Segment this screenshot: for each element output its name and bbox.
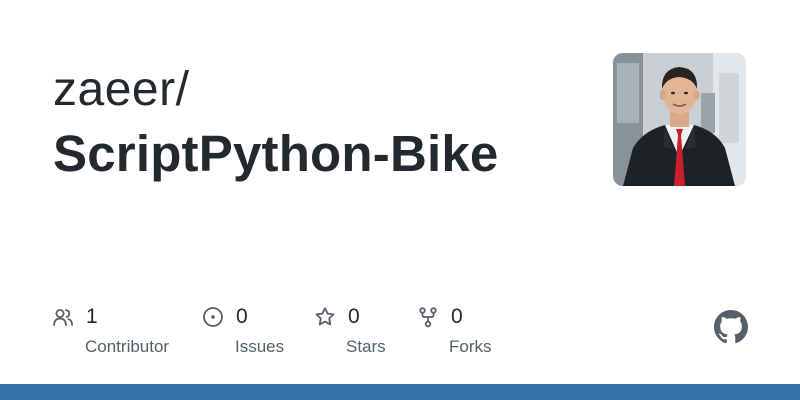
forks-label: Forks [449, 337, 492, 356]
stat-forks[interactable]: 0 Forks [417, 304, 492, 358]
people-icon [52, 306, 74, 328]
contributor-label: Contributor [85, 337, 170, 356]
stat-issues[interactable]: 0 Issues [202, 304, 284, 358]
issues-label: Issues [235, 337, 285, 356]
contributor-count: 1 [86, 305, 98, 328]
issue-circle-icon [202, 306, 224, 328]
fork-icon [417, 306, 439, 328]
stars-label: Stars [346, 337, 386, 356]
issue-count: 0 [236, 305, 248, 328]
repo-owner[interactable]: zaeer/ [53, 62, 189, 118]
stat-stars[interactable]: 0 Stars [314, 304, 386, 358]
repo-social-card: zaeer/ ScriptPython-Bike 1 Contributor 0… [0, 0, 800, 400]
star-icon [314, 306, 336, 328]
repo-name[interactable]: ScriptPython-Bike [53, 124, 498, 184]
star-count: 0 [348, 305, 360, 328]
owner-avatar[interactable] [613, 53, 746, 186]
language-color-bar [0, 384, 800, 400]
stat-contributors[interactable]: 1 Contributor [52, 304, 169, 358]
fork-count: 0 [451, 305, 463, 328]
github-logo-icon[interactable] [714, 310, 748, 344]
